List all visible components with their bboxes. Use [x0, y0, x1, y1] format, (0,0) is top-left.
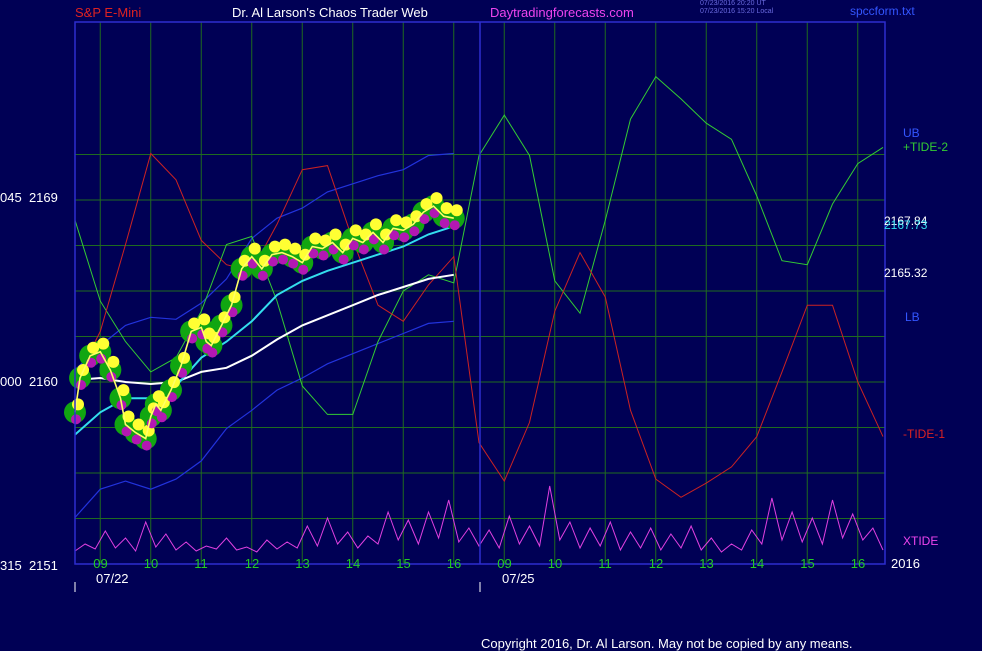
magenta-ball — [409, 226, 420, 237]
magenta-ball — [439, 218, 450, 229]
yellow-ball — [369, 218, 382, 231]
yellow-ball — [430, 192, 443, 205]
chaos-trader-chart — [64, 21, 886, 592]
yellow-ball — [72, 398, 84, 411]
price-line — [74, 205, 454, 440]
date-label-1: 07/22 — [96, 571, 129, 586]
x-tick-label: 16 — [850, 556, 866, 571]
x-tick-label: 16 — [446, 556, 462, 571]
y-label-mid: 000 2160 — [0, 374, 58, 389]
yellow-ball — [289, 242, 302, 255]
yellow-ball — [440, 202, 453, 215]
tide-lines — [74, 75, 884, 498]
magenta-ball — [399, 232, 410, 243]
yellow-ball — [390, 214, 403, 227]
x-tick-label: 11 — [194, 556, 208, 571]
copyright-notice: Copyright 2016, Dr. Al Larson. May not b… — [481, 636, 853, 651]
yellow-ball — [132, 418, 145, 431]
y-label-bottom-left: 315 — [0, 558, 22, 573]
y-label-bottom-right: 2151 — [28, 558, 58, 573]
magenta-ball — [257, 270, 268, 281]
magenta-ball — [338, 254, 349, 265]
x-tick-label: 12 — [244, 556, 260, 571]
magenta-ball — [379, 244, 390, 255]
x-tick-label: 10 — [547, 556, 563, 571]
magenta-ball — [156, 412, 167, 423]
x-tick-label: 10 — [143, 556, 159, 571]
y-label-top: 045 2169 — [0, 190, 58, 205]
y-label-top-left: 045 — [0, 190, 22, 205]
chart-frame — [74, 21, 886, 592]
yellow-ball — [248, 242, 261, 255]
bollinger-bands — [74, 152, 454, 518]
y-label-top-right: 2169 — [28, 190, 58, 205]
level-label-2: 2167.73 — [884, 218, 928, 232]
date-label-2: 07/25 — [502, 571, 535, 586]
x-tick-label: 13 — [295, 556, 310, 571]
x-tick-label: 13 — [699, 556, 714, 571]
price-series-line — [74, 205, 454, 440]
magenta-ball — [278, 254, 289, 265]
magenta-ball — [71, 414, 81, 425]
tide-plus-label: +TIDE-2 — [903, 140, 949, 154]
yellow-ball — [198, 313, 211, 326]
tide-minus-label: -TIDE-1 — [903, 427, 945, 441]
magenta-ball — [449, 220, 460, 231]
x-tick-label: 15 — [800, 556, 815, 571]
level-label-3: 2165.32 — [884, 266, 928, 280]
price-balls — [64, 192, 465, 451]
magenta-ball — [207, 347, 218, 358]
y-label-mid-left: 000 — [0, 374, 22, 389]
xtide-label: XTIDE — [903, 534, 939, 548]
x-tick-label: 15 — [396, 556, 411, 571]
y-label-bottom: 315 2151 — [0, 558, 58, 573]
magenta-ball — [318, 250, 329, 261]
x-tick-label: 12 — [648, 556, 664, 571]
magenta-ball — [298, 264, 309, 275]
x-tick-label: 14 — [749, 556, 765, 571]
year-label: 2016 — [891, 556, 920, 571]
lb-label: LB — [905, 310, 920, 324]
yellow-ball — [268, 240, 281, 253]
yellow-ball — [329, 228, 342, 241]
yellow-ball — [450, 204, 463, 217]
x-tick-label: 09 — [497, 556, 512, 571]
x-tick-label: 14 — [345, 556, 361, 571]
x-tick-label: 11 — [598, 556, 612, 571]
y-label-mid-right: 2160 — [28, 374, 58, 389]
x-tick-label: 09 — [93, 556, 108, 571]
magenta-ball — [141, 440, 152, 451]
yellow-ball — [107, 355, 120, 368]
yellow-ball — [309, 232, 322, 245]
ub-label: UB — [903, 126, 920, 140]
magenta-ball — [358, 244, 369, 255]
magenta-ball — [76, 379, 87, 390]
yellow-ball — [97, 337, 110, 350]
